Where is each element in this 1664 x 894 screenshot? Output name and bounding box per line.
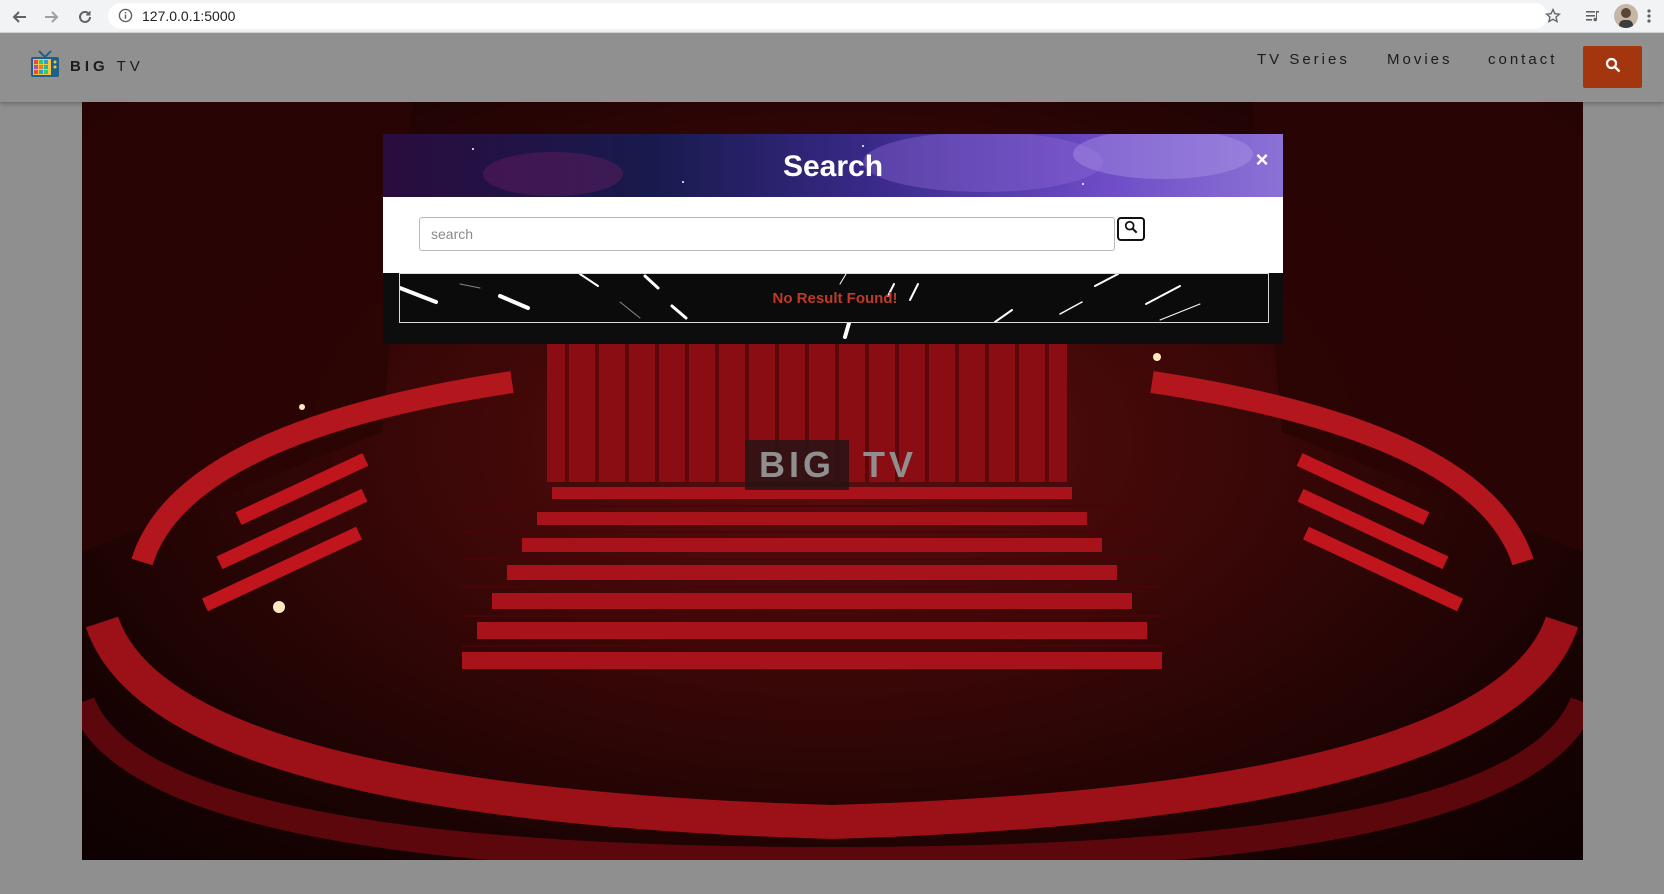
hero-title-bold: BIG <box>745 440 850 490</box>
media-queue-icon[interactable] <box>1582 5 1604 27</box>
back-arrow-icon[interactable] <box>9 6 31 28</box>
hero-title-light: TV <box>863 444 918 485</box>
reload-icon[interactable] <box>74 6 96 28</box>
warp-streak-decor <box>843 323 851 339</box>
modal-header: Search × <box>383 134 1283 197</box>
forward-arrow-icon[interactable] <box>40 6 62 28</box>
modal-title: Search <box>782 150 884 183</box>
logo-text: BIG TV <box>70 58 144 75</box>
browser-toolbar: 127.0.0.1:5000 <box>0 0 1664 33</box>
nav-movies[interactable]: Movies <box>1387 51 1453 68</box>
result-box: No Result Found! <box>399 273 1269 323</box>
hero-title: BIG TV <box>745 440 917 490</box>
search-icon <box>1124 220 1138 239</box>
nav-tv-series[interactable]: TV Series <box>1257 51 1350 68</box>
profile-avatar[interactable] <box>1614 4 1638 28</box>
search-input[interactable] <box>419 217 1115 251</box>
nav-contact[interactable]: contact <box>1488 51 1557 68</box>
no-result-message: No Result Found! <box>772 290 898 307</box>
search-submit-button[interactable] <box>1117 217 1145 241</box>
search-icon <box>1605 57 1621 78</box>
search-modal: Search × search No Result Found! <box>383 134 1283 344</box>
site-header: BIG TV TV Series Movies contact <box>0 33 1664 102</box>
address-bar[interactable]: 127.0.0.1:5000 <box>108 3 1548 29</box>
header-search-button[interactable] <box>1583 46 1642 88</box>
tv-logo-icon <box>30 49 60 84</box>
info-icon[interactable] <box>118 8 133 28</box>
url-text: 127.0.0.1:5000 <box>142 8 236 24</box>
logo[interactable]: BIG TV <box>30 49 144 84</box>
modal-body <box>383 197 1283 273</box>
more-menu-icon[interactable] <box>1642 5 1656 27</box>
star-icon[interactable] <box>1542 5 1564 27</box>
close-icon[interactable]: × <box>1252 149 1272 171</box>
